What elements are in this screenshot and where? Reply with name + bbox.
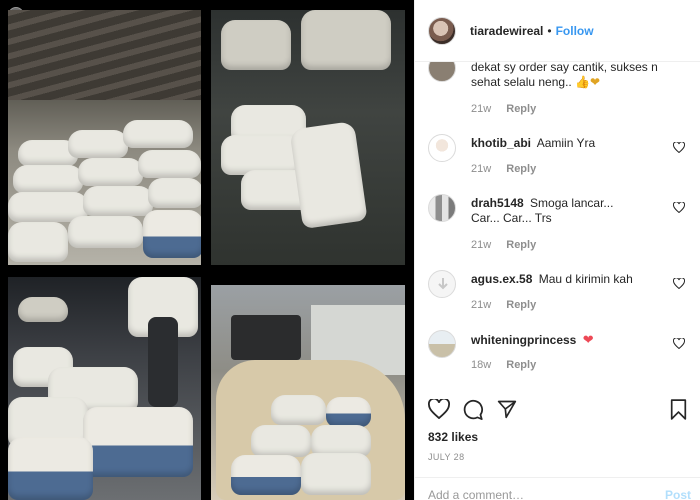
photo-rice-sacks-pile — [211, 10, 405, 265]
bookmark-icon[interactable] — [670, 399, 687, 420]
comments-list[interactable]: dekat sy order say cantik, sukses n seha… — [415, 62, 700, 392]
post-header: tiaradewireal • Follow — [415, 0, 700, 62]
commenter-avatar[interactable] — [428, 134, 456, 162]
action-bar — [415, 395, 700, 427]
comment-meta: 21w Reply — [471, 163, 536, 175]
like-comment-heart-icon[interactable] — [673, 202, 685, 213]
reply-button[interactable]: Reply — [506, 299, 536, 311]
reply-button[interactable]: Reply — [506, 163, 536, 175]
post-panel: tiaradewireal • Follow dekat sy order sa… — [414, 0, 700, 500]
comment-body: drah5148 Smoga lancar... Car... Car... T… — [471, 196, 641, 226]
like-comment-heart-icon[interactable] — [673, 142, 685, 153]
photo-truck-unloading — [211, 285, 405, 500]
comment-body: khotib_abi Aamiin Yra — [471, 136, 671, 151]
add-comment-bar: Add a comment… Post — [415, 477, 700, 500]
comment-time: 21w — [471, 239, 492, 251]
comment-body: whiteningprincess ❤ — [471, 332, 671, 348]
comment-username[interactable]: whiteningprincess — [471, 333, 576, 347]
author-avatar[interactable] — [428, 16, 456, 45]
photo-worker-carrying-sack — [8, 277, 201, 500]
commenter-avatar[interactable] — [428, 194, 456, 222]
commenter-avatar[interactable] — [428, 62, 456, 82]
post-date[interactable]: JULY 28 — [428, 452, 465, 462]
separator-dot: • — [547, 23, 552, 38]
comment-meta: 18w Reply — [471, 359, 536, 371]
like-comment-heart-icon[interactable] — [673, 338, 685, 349]
comment-body: agus.ex.58 Mau d kirimin kah — [471, 272, 671, 287]
comment-time: 21w — [471, 299, 492, 311]
heart-icon[interactable] — [428, 399, 450, 419]
comment-time: 21w — [471, 103, 492, 115]
comment-text: dekat sy order say cantik, sukses n seha… — [471, 62, 658, 89]
comment-body: dekat sy order say cantik, sukses n seha… — [471, 62, 671, 90]
default-avatar-icon[interactable] — [428, 270, 456, 298]
comment-text: Mau d kirimin kah — [538, 272, 633, 286]
post-media[interactable] — [0, 0, 414, 500]
comment-meta: 21w Reply — [471, 299, 536, 311]
comment-emoji: 👍❤ — [575, 75, 601, 89]
reply-button[interactable]: Reply — [506, 239, 536, 251]
commenter-avatar[interactable] — [428, 330, 456, 358]
follow-button[interactable]: Follow — [556, 24, 594, 38]
comment-time: 18w — [471, 359, 492, 371]
comment-icon[interactable] — [462, 399, 484, 420]
photo-warehouse-stacks — [8, 10, 201, 265]
share-icon[interactable] — [497, 399, 517, 419]
like-comment-heart-icon[interactable] — [673, 278, 685, 289]
reply-button[interactable]: Reply — [506, 359, 536, 371]
comment-emoji: ❤ — [582, 332, 594, 347]
comment-time: 21w — [471, 163, 492, 175]
post-comment-button[interactable]: Post — [665, 488, 691, 500]
comment-username[interactable]: drah5148 — [471, 196, 524, 210]
comment-meta: 21w Reply — [471, 239, 536, 251]
comment-username[interactable]: khotib_abi — [471, 136, 531, 150]
comment-text: Aamiin Yra — [536, 136, 596, 150]
comment-username[interactable]: agus.ex.58 — [471, 272, 532, 286]
add-comment-input[interactable]: Add a comment… — [428, 488, 524, 500]
comment-meta: 21w Reply — [471, 103, 536, 115]
reply-button[interactable]: Reply — [506, 103, 536, 115]
author-username[interactable]: tiaradewireal — [470, 24, 543, 38]
likes-count[interactable]: 832 likes — [428, 430, 478, 444]
